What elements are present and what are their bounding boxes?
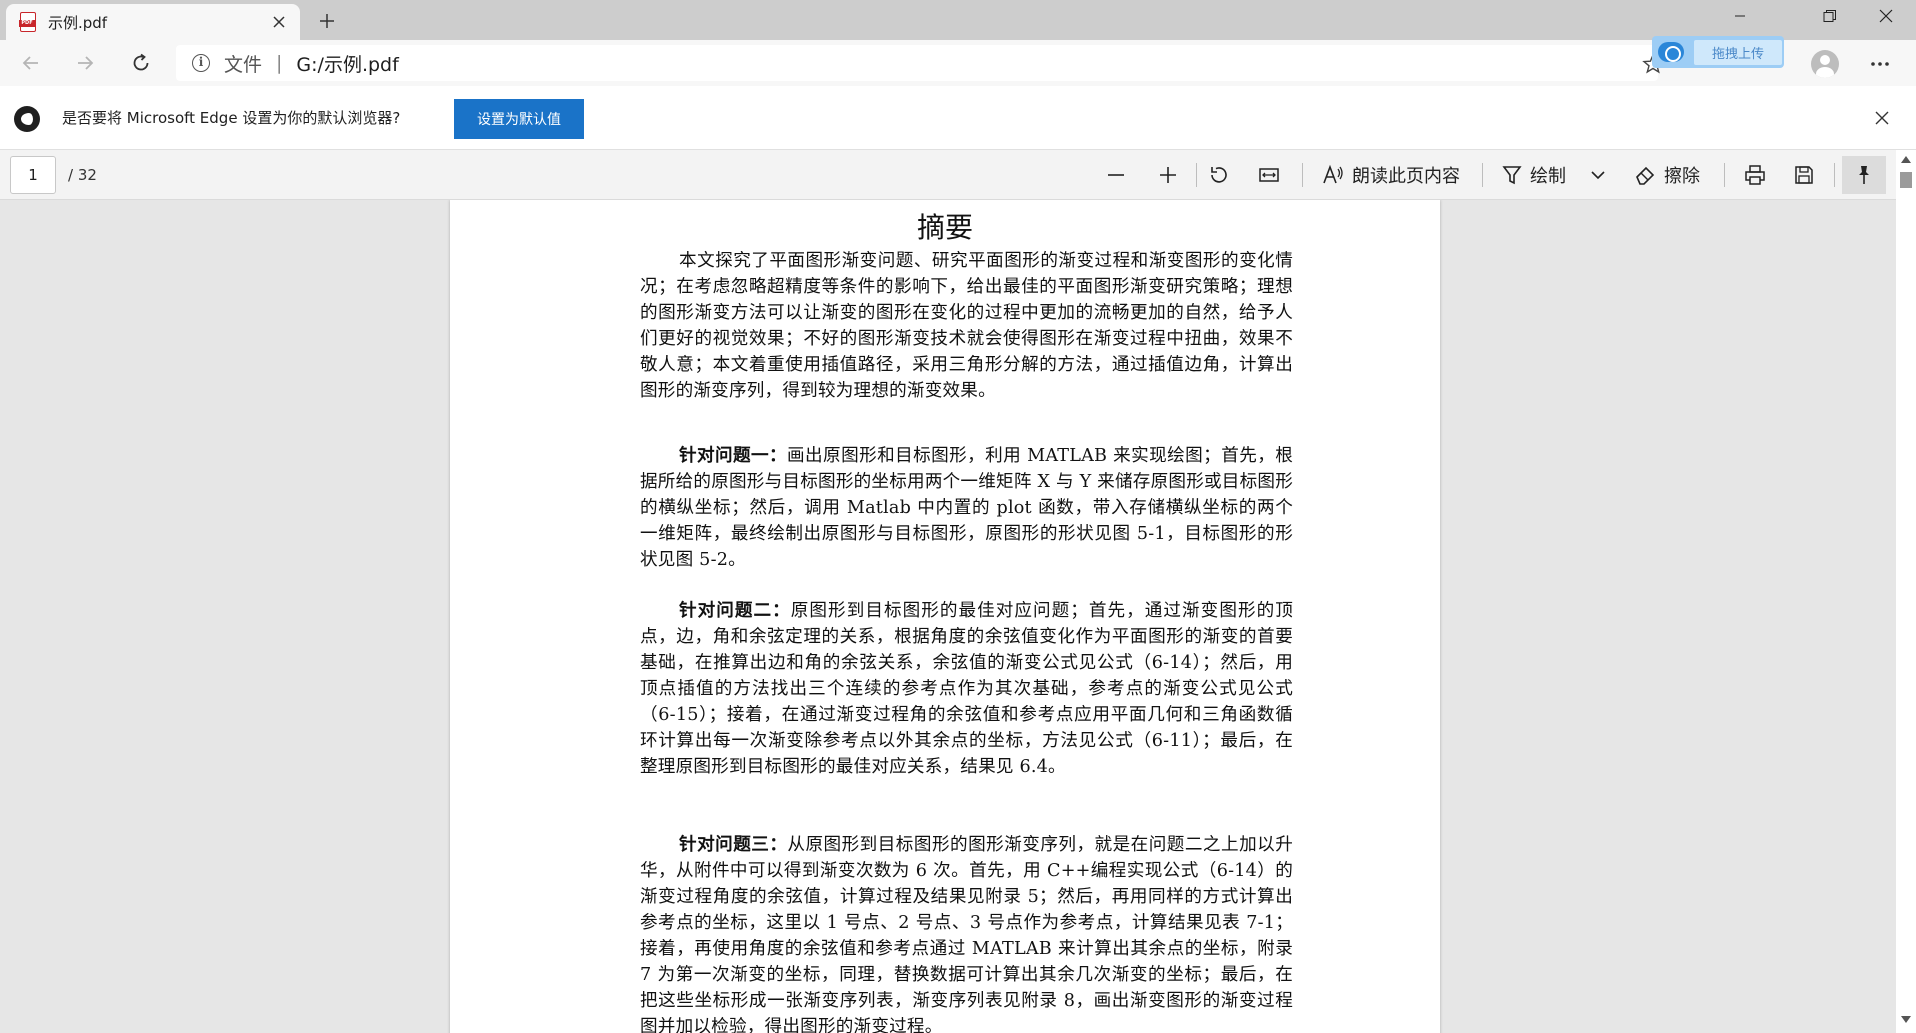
pdf-page: 摘要 本文探究了平面图形渐变问题、研究平面图形的渐变过程和渐变图形的变化情况；在…: [450, 200, 1440, 1033]
forward-button[interactable]: [68, 46, 102, 80]
close-icon: [1875, 111, 1889, 125]
save-button[interactable]: [1793, 158, 1815, 192]
more-menu-button[interactable]: [1862, 46, 1898, 82]
infobar-message: 是否要将 Microsoft Edge 设置为你的默认浏览器?: [62, 109, 401, 127]
close-tab-button[interactable]: [268, 11, 290, 33]
navigation-bar: i 文件 | G:/示例.pdf: [0, 40, 1916, 86]
page-total: / 32: [68, 166, 97, 184]
paragraph-text: 原图形到目标图形的最佳对应问题；首先，通过渐变图形的顶点，边，角和余弦定理的关系…: [640, 601, 1294, 777]
restore-icon: [1823, 10, 1836, 22]
drag-upload-widget[interactable]: 拖拽上传: [1652, 36, 1784, 68]
minimize-icon: [1735, 15, 1745, 17]
paragraph-text: 本文探究了平面图形渐变问题、研究平面图形的渐变过程和渐变图形的变化情况；在考虑忽…: [640, 251, 1293, 401]
eraser-icon: [1636, 166, 1655, 185]
printer-icon: [1745, 165, 1765, 185]
tab-title: 示例.pdf: [48, 13, 108, 32]
toolbar-divider: [1834, 163, 1835, 187]
chevron-down-icon: [1591, 171, 1605, 180]
zoom-out-button[interactable]: [1106, 158, 1126, 192]
erase-label: 擦除: [1664, 166, 1700, 187]
rotate-button[interactable]: [1208, 158, 1230, 192]
close-infobar-button[interactable]: [1870, 106, 1894, 130]
read-aloud-label: 朗读此页内容: [1352, 166, 1460, 187]
toolbar-divider: [1196, 163, 1197, 187]
read-aloud-button[interactable]: 朗读此页内容: [1322, 158, 1460, 192]
more-dots-icon: [1871, 62, 1889, 66]
problem-three-paragraph: 针对问题三：从原图形到目标图形的图形渐变序列，就是在问题二之上加以升华，从附件中…: [640, 832, 1293, 1033]
minus-icon: [1108, 174, 1124, 176]
address-bar[interactable]: i 文件 | G:/示例.pdf: [176, 45, 1658, 81]
pin-toolbar-button[interactable]: [1842, 156, 1886, 194]
print-button[interactable]: [1744, 158, 1766, 192]
pdf-file-icon: PDF: [19, 12, 36, 32]
close-icon: [273, 16, 285, 28]
close-window-button[interactable]: [1856, 0, 1916, 32]
refresh-button[interactable]: [124, 46, 158, 80]
address-scheme: 文件: [224, 53, 263, 76]
scrollbar-thumb[interactable]: [1900, 172, 1912, 188]
refresh-icon: [133, 53, 149, 71]
scroll-down-arrow-icon[interactable]: [1901, 1016, 1911, 1023]
title-bar: PDF 示例.pdf: [0, 0, 1916, 40]
paragraph-lead: 针对问题一：: [679, 445, 788, 466]
minimize-button[interactable]: [1710, 0, 1770, 32]
draw-button[interactable]: 绘制: [1502, 158, 1566, 192]
problem-two-paragraph: 针对问题二：原图形到目标图形的最佳对应问题；首先，通过渐变图形的顶点，边，角和余…: [640, 598, 1293, 780]
save-icon: [1795, 166, 1813, 184]
draw-label: 绘制: [1530, 166, 1566, 187]
restore-button[interactable]: [1800, 0, 1860, 32]
document-viewport[interactable]: 摘要 本文探究了平面图形渐变问题、研究平面图形的渐变过程和渐变图形的变化情况；在…: [0, 200, 1896, 1033]
back-button[interactable]: [14, 46, 48, 80]
page-number-input[interactable]: 1: [10, 156, 56, 194]
page-title: 摘要: [916, 211, 973, 244]
info-icon[interactable]: i: [192, 54, 210, 72]
set-default-button[interactable]: 设置为默认值: [454, 99, 584, 139]
drag-upload-label: 拖拽上传: [1694, 39, 1783, 65]
address-url[interactable]: G:/示例.pdf: [296, 50, 398, 77]
default-browser-infobar: 是否要将 Microsoft Edge 设置为你的默认浏览器? 设置为默认值: [0, 86, 1916, 150]
erase-button[interactable]: 擦除: [1634, 158, 1700, 192]
fit-width-button[interactable]: [1258, 158, 1280, 192]
close-icon: [1879, 9, 1893, 23]
vertical-scrollbar[interactable]: [1896, 150, 1916, 1033]
profile-avatar[interactable]: [1811, 50, 1839, 78]
plus-icon: [1160, 167, 1176, 183]
new-tab-button[interactable]: [312, 6, 342, 36]
scroll-up-arrow-icon[interactable]: [1901, 156, 1911, 163]
pin-icon: [1859, 166, 1869, 184]
edge-logo-icon: [14, 106, 40, 132]
paragraph-lead: 针对问题二：: [679, 600, 791, 621]
rotate-icon: [1211, 167, 1227, 183]
arrow-right-icon: [78, 56, 94, 70]
fit-width-icon: [1259, 168, 1279, 182]
browser-tab[interactable]: PDF 示例.pdf: [6, 4, 300, 40]
toolbar-divider: [1482, 163, 1483, 187]
paragraph-text: 从原图形到目标图形的图形渐变序列，就是在问题二之上加以升华，从附件中可以得到渐变…: [640, 835, 1293, 1033]
plus-icon: [320, 14, 334, 28]
arrow-left-icon: [22, 56, 38, 70]
read-aloud-icon: [1323, 164, 1343, 184]
draw-funnel-icon: [1502, 166, 1522, 185]
paragraph-lead: 针对问题三：: [679, 834, 788, 855]
address-separator: |: [276, 52, 283, 74]
pdf-toolbar: 1 / 32 朗读此页内容 绘制 擦除: [0, 150, 1916, 200]
toolbar-divider: [1302, 163, 1303, 187]
problem-one-paragraph: 针对问题一：画出原图形和目标图形，利用 MATLAB 来实现绘图；首先，根据所给…: [640, 443, 1293, 573]
draw-options-dropdown[interactable]: [1590, 158, 1606, 192]
toolbar-divider: [1724, 163, 1725, 187]
cloud-icon: [1658, 42, 1684, 62]
zoom-in-button[interactable]: [1158, 158, 1178, 192]
abstract-paragraph: 本文探究了平面图形渐变问题、研究平面图形的渐变过程和渐变图形的变化情况；在考虑忽…: [640, 248, 1293, 404]
